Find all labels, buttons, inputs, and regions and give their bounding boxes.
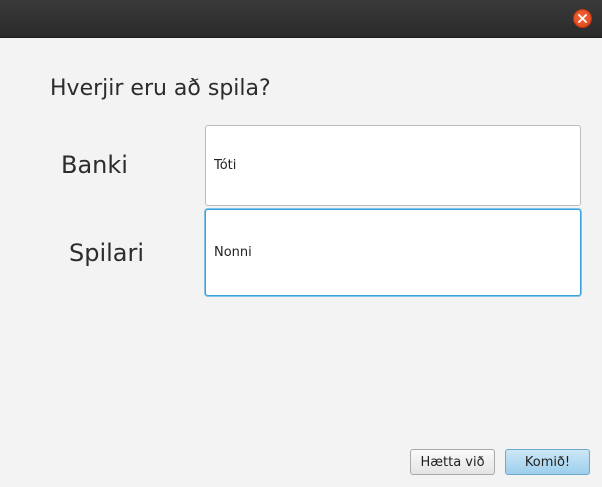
close-icon [578, 14, 587, 23]
spilari-input[interactable] [205, 209, 581, 296]
spilari-label: Spilari [69, 239, 145, 267]
banki-label: Banki [61, 151, 128, 179]
close-button[interactable] [573, 9, 592, 28]
banki-input[interactable] [205, 125, 581, 206]
title-bar[interactable] [0, 0, 602, 38]
cancel-button[interactable]: Hætta við [410, 449, 495, 475]
dialog-window: Hverjir eru að spila? Banki Spilari Hætt… [0, 0, 602, 487]
dialog-heading: Hverjir eru að spila? [50, 76, 271, 101]
ok-button[interactable]: Komið! [505, 449, 590, 475]
